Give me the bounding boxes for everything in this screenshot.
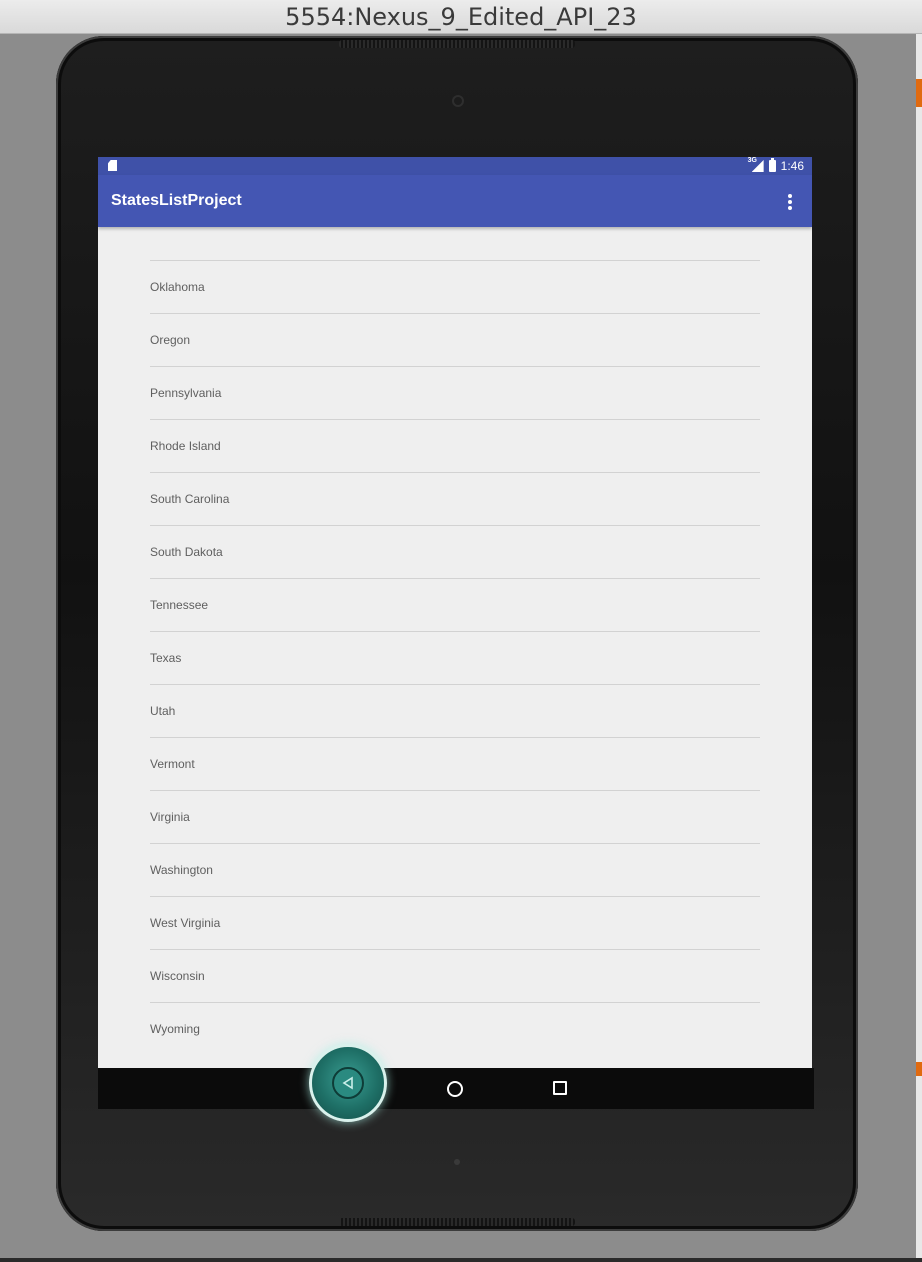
app-toolbar: StatesListProject (98, 175, 812, 227)
list-item[interactable]: West Virginia (150, 897, 760, 950)
states-list[interactable]: Oklahoma Oregon Pennsylvania Rhode Islan… (150, 260, 760, 1055)
recents-icon[interactable] (553, 1081, 567, 1095)
orange-marker (916, 79, 922, 107)
back-button[interactable] (309, 1044, 387, 1122)
navigation-bar (98, 1068, 814, 1109)
status-time: 1:46 (780, 159, 804, 173)
state-name: Tennessee (150, 598, 209, 612)
list-item[interactable]: Rhode Island (150, 420, 760, 473)
state-name: Wisconsin (150, 969, 205, 983)
overflow-menu-icon[interactable] (784, 194, 796, 210)
list-item[interactable]: Utah (150, 685, 760, 738)
state-name: Oregon (150, 333, 191, 347)
state-name: Rhode Island (150, 439, 221, 453)
sensor-dot (454, 1159, 460, 1165)
state-name: Pennsylvania (150, 386, 222, 400)
status-bar: 3G 1:46 (98, 157, 812, 175)
cell-signal-icon: 3G (747, 157, 764, 172)
state-name: Texas (150, 651, 182, 665)
top-speaker-grille (339, 40, 575, 48)
orange-marker (916, 1062, 922, 1076)
list-item[interactable]: Tennessee (150, 579, 760, 632)
status-indicators: 3G 1:46 (747, 157, 804, 173)
list-item[interactable]: South Dakota (150, 526, 760, 579)
list-item[interactable]: Vermont (150, 738, 760, 791)
state-name: South Carolina (150, 492, 230, 506)
background-window-edge-bottom (0, 1258, 922, 1262)
background-window-edge (916, 34, 922, 1262)
home-icon[interactable] (447, 1081, 463, 1097)
state-name: Oklahoma (150, 280, 205, 294)
back-icon[interactable] (332, 1067, 364, 1099)
list-item[interactable]: Washington (150, 844, 760, 897)
state-name: Washington (150, 863, 213, 877)
list-item[interactable]: Texas (150, 632, 760, 685)
list-item[interactable]: Wyoming (150, 1003, 760, 1055)
list-item[interactable]: Pennsylvania (150, 367, 760, 420)
list-item[interactable]: South Carolina (150, 473, 760, 526)
device-screen: 3G 1:46 StatesListProject Oklahoma Orego… (98, 157, 812, 1068)
state-name: Virginia (150, 810, 190, 824)
front-camera (452, 95, 464, 107)
sd-card-icon (108, 160, 117, 171)
window-title: 5554:Nexus_9_Edited_API_23 (285, 2, 637, 31)
list-item[interactable]: Oregon (150, 314, 760, 367)
window-title-bar: 5554:Nexus_9_Edited_API_23 (0, 0, 922, 34)
state-name: Wyoming (150, 1022, 200, 1036)
list-item[interactable]: Virginia (150, 791, 760, 844)
state-name: South Dakota (150, 545, 223, 559)
list-item[interactable]: Wisconsin (150, 950, 760, 1003)
bottom-speaker-grille (339, 1218, 575, 1226)
battery-icon (768, 158, 776, 172)
list-item[interactable]: Oklahoma (150, 261, 760, 314)
state-name: Utah (150, 704, 176, 718)
state-name: West Virginia (150, 916, 221, 930)
state-name: Vermont (150, 757, 195, 771)
app-title: StatesListProject (111, 192, 242, 209)
network-type-label: 3G (747, 157, 757, 164)
